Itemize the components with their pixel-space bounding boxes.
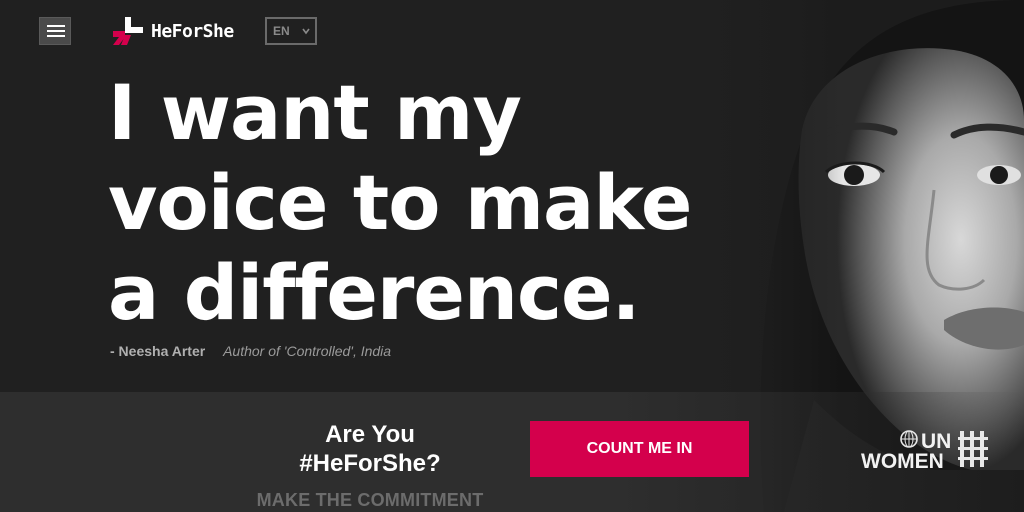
heforshe-logo[interactable]: HeForShe xyxy=(113,17,234,45)
un-women-logo[interactable]: UN WOMEN xyxy=(860,429,992,469)
hero-quote-line: I want my xyxy=(108,68,522,157)
make-commitment-label: MAKE THE COMMITMENT xyxy=(256,490,484,510)
heforshe-logo-icon xyxy=(113,17,143,45)
language-value: EN xyxy=(273,24,290,38)
hamburger-icon-bar xyxy=(47,30,65,32)
hero-quote-line: voice to make xyxy=(108,158,692,247)
cta-question-line2: #HeForShe? xyxy=(299,450,441,477)
author-role: Author of 'Controlled', India xyxy=(223,343,392,359)
cta-text: Are You #HeForShe? MAKE THE COMMITMENT xyxy=(255,420,485,511)
page: HeForShe EN I want my voice to make a di… xyxy=(0,0,1024,512)
cta-question-line1: Are You xyxy=(325,421,415,448)
hamburger-icon-bar xyxy=(47,35,65,37)
menu-button[interactable] xyxy=(39,17,71,45)
author-name: - Neesha Arter xyxy=(110,343,206,359)
un-women-line2: WOMEN xyxy=(861,450,944,469)
count-me-in-button[interactable]: COUNT ME IN xyxy=(530,421,749,477)
un-emblem-icon xyxy=(900,430,918,448)
language-select[interactable]: EN xyxy=(265,17,317,45)
hero-quote: I want my voice to make a difference. xyxy=(108,68,692,338)
quote-attribution: - Neesha Arter Author of 'Controlled', I… xyxy=(110,343,391,359)
brand-name: HeForShe xyxy=(151,20,234,42)
hamburger-icon-bar xyxy=(47,25,65,27)
un-women-emblem-icon xyxy=(958,431,988,467)
chevron-down-icon xyxy=(302,28,310,35)
hero-quote-line: a difference. xyxy=(108,248,640,337)
